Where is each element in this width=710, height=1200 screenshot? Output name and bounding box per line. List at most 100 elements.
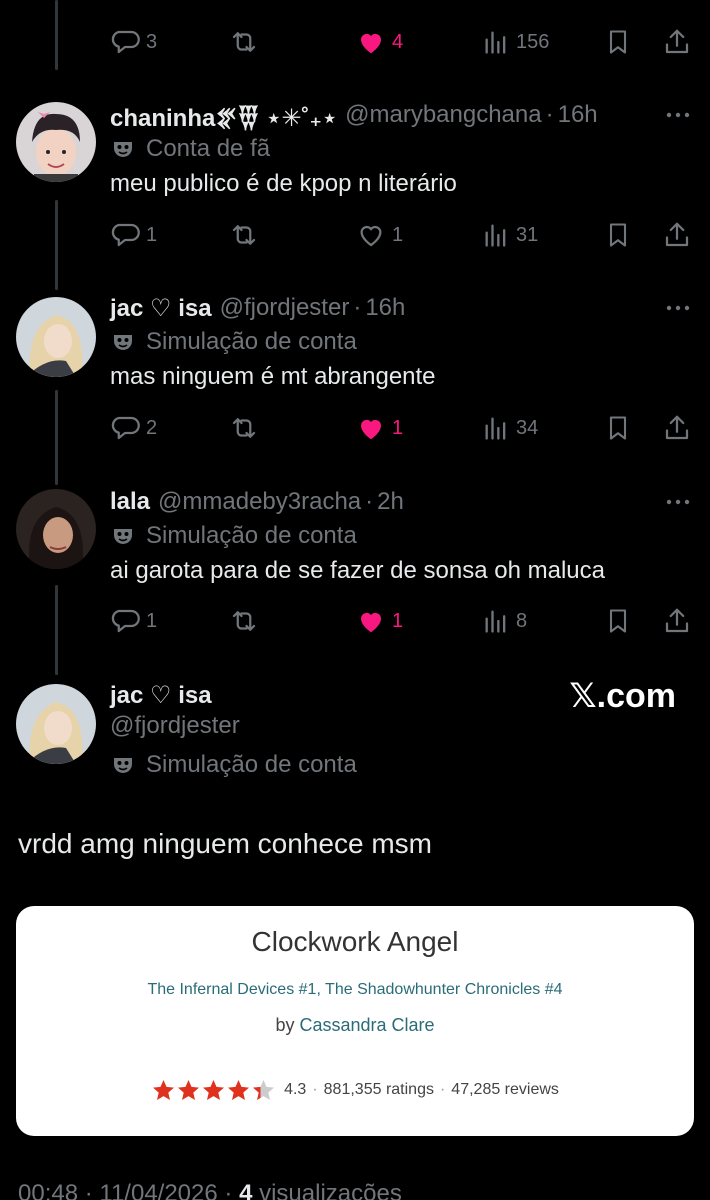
bookmark-button[interactable]	[604, 22, 632, 62]
retweet-button[interactable]	[228, 22, 260, 62]
views-button[interactable]: 8	[482, 601, 527, 641]
views-count: 8	[516, 609, 528, 632]
like-count: 1	[392, 223, 404, 246]
share-button[interactable]	[662, 408, 692, 448]
bookmark-button[interactable]	[604, 215, 632, 255]
reply-icon	[111, 30, 140, 54]
separator-dot: ·	[365, 488, 374, 515]
reply-tweet[interactable]: chaninha𒐐𒑄 ⋆✳︎˚₊⋆ @marybangchana · 16h C…	[0, 98, 710, 288]
book-author: by Cassandra Clare	[16, 1015, 694, 1036]
like-count: 4	[392, 30, 404, 53]
account-label-text: Simulação de conta	[146, 522, 357, 549]
separator-dot: ·	[353, 294, 362, 321]
reply-tweet[interactable]: lala @mmadeby3racha · 2h Simulação de co…	[0, 485, 710, 675]
views-total: 4	[239, 1180, 253, 1200]
views-button[interactable]: 34	[482, 408, 538, 448]
like-button[interactable]: 4	[356, 22, 403, 62]
more-button[interactable]	[664, 106, 692, 129]
x-logo-watermark: 𝕏.com	[569, 677, 676, 715]
reply-icon	[111, 609, 140, 633]
avatar[interactable]	[16, 102, 96, 182]
views-icon	[485, 610, 506, 633]
reply-count: 1	[146, 223, 158, 246]
reply-icon	[111, 223, 140, 247]
bookmark-button[interactable]	[604, 408, 632, 448]
account-label-text: Simulação de conta	[146, 328, 357, 355]
display-name[interactable]: jac ♡ isa	[110, 294, 212, 323]
star-icon	[203, 1080, 225, 1100]
reply-button[interactable]: 2	[110, 408, 157, 448]
heart-icon	[361, 612, 381, 633]
main-post-text: vrdd amg ninguem conhece msm	[18, 828, 432, 859]
reply-icon	[111, 416, 140, 440]
author-link[interactable]: Cassandra Clare	[299, 1015, 434, 1035]
thread-line	[55, 0, 58, 70]
views-count: 31	[516, 223, 539, 246]
display-name[interactable]: lala	[110, 488, 150, 516]
account-label: Simulação de conta	[110, 750, 357, 780]
book-series[interactable]: The Infernal Devices #1, The Shadowhunte…	[16, 981, 694, 999]
retweet-icon	[232, 225, 256, 245]
views-label: visualizações	[259, 1180, 402, 1200]
retweet-button[interactable]	[228, 408, 260, 448]
reply-count: 1	[146, 609, 158, 632]
mask-icon	[114, 758, 132, 773]
account-label: Simulação de conta	[110, 521, 357, 551]
post-timestamp: 00:48 · 11/04/2026 · 4 visualizações	[18, 1180, 402, 1200]
like-count: 1	[392, 416, 404, 439]
mask-icon	[114, 142, 132, 157]
handle[interactable]: @mmadeby3racha	[158, 488, 361, 516]
retweet-button[interactable]	[228, 215, 260, 255]
timestamp[interactable]: 2h	[377, 488, 404, 516]
separator-dot: ·	[545, 101, 554, 128]
mask-icon	[114, 335, 132, 350]
more-button[interactable]	[664, 493, 692, 516]
views-icon	[485, 31, 506, 54]
tweet-header: jac ♡ isa @fjordjester · 16h	[110, 291, 405, 325]
more-button[interactable]	[664, 299, 692, 322]
reply-button[interactable]: 1	[110, 601, 157, 641]
retweet-icon	[232, 611, 256, 631]
tweet-text: ai garota para de se fazer de sonsa oh m…	[110, 557, 605, 584]
bookmark-icon	[609, 223, 627, 247]
tweet-text: meu publico é de kpop n literário	[110, 170, 457, 197]
avatar[interactable]	[16, 297, 96, 377]
like-count: 1	[392, 609, 404, 632]
like-button[interactable]: 1	[356, 408, 403, 448]
action-bar: 1 1 8	[110, 601, 692, 641]
handle[interactable]: @fjordjester	[220, 294, 350, 322]
timestamp[interactable]: 16h	[365, 294, 405, 322]
retweet-button[interactable]	[228, 601, 260, 641]
reply-button[interactable]: 3	[110, 22, 157, 62]
handle[interactable]: @marybangchana	[345, 101, 541, 129]
star-icon	[153, 1080, 175, 1100]
mask-icon	[114, 529, 132, 544]
like-button[interactable]: 1	[356, 215, 403, 255]
views-icon	[485, 224, 506, 247]
like-button[interactable]: 1	[356, 601, 403, 641]
reply-count: 3	[146, 30, 158, 53]
share-icon	[665, 608, 689, 633]
book-ratings: 4.3 · 881,355 ratings · 47,285 reviews	[16, 1078, 694, 1102]
reply-tweet[interactable]: jac ♡ isa @fjordjester · 16h Simulação d…	[0, 291, 710, 481]
avatar[interactable]	[16, 489, 96, 569]
share-button[interactable]	[662, 215, 692, 255]
views-button[interactable]: 156	[482, 22, 549, 62]
share-button[interactable]	[662, 22, 692, 62]
bookmark-icon	[609, 30, 627, 54]
handle[interactable]: @fjordjester	[110, 712, 240, 740]
reply-button[interactable]: 1	[110, 215, 157, 255]
separator-dot: ·	[312, 1081, 318, 1098]
display-name[interactable]: jac ♡ isa	[110, 681, 212, 710]
avatar[interactable]	[16, 684, 96, 764]
bookmark-button[interactable]	[604, 601, 632, 641]
bookmark-icon	[609, 416, 627, 440]
share-button[interactable]	[662, 601, 692, 641]
share-icon	[665, 29, 689, 54]
book-card[interactable]: Clockwork Angel The Infernal Devices #1,…	[16, 906, 694, 1136]
retweet-icon	[232, 32, 256, 52]
views-button[interactable]: 31	[482, 215, 538, 255]
bookmark-icon	[609, 609, 627, 633]
post-time: 00:48 · 11/04/2026 ·	[18, 1180, 233, 1200]
timestamp[interactable]: 16h	[558, 101, 598, 129]
